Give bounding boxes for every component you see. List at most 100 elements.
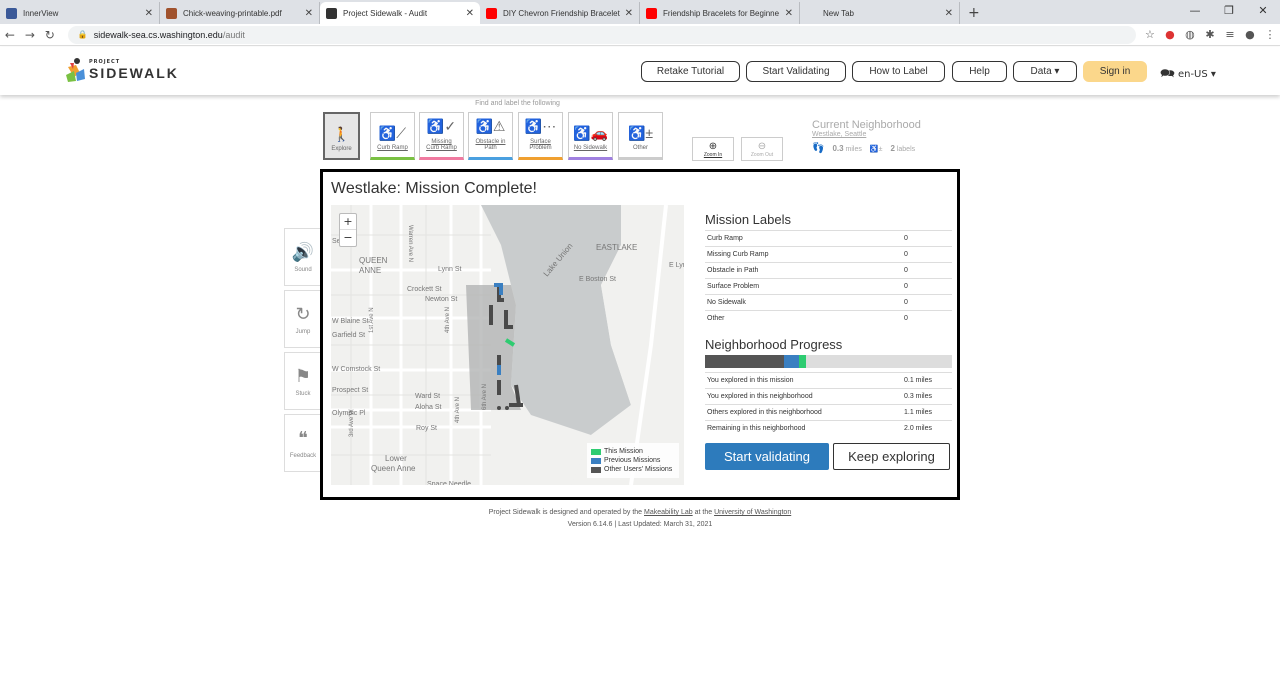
sound-button[interactable]: 🔊 Sound bbox=[284, 228, 322, 286]
zoom-out-icon: ⊖ bbox=[757, 140, 767, 152]
back-icon[interactable]: ← bbox=[0, 28, 20, 42]
legend-other-users: Other Users' Missions bbox=[604, 466, 673, 473]
progress-row-value: 0.1 miles bbox=[902, 371, 952, 388]
stuck-button[interactable]: ⚑ Stuck bbox=[284, 352, 322, 410]
mission-label-name: Other bbox=[705, 310, 902, 327]
jump-button[interactable]: ↻ Jump bbox=[284, 290, 322, 348]
restore-icon[interactable]: ❐ bbox=[1212, 0, 1246, 22]
mission-complete-modal: Westlake: Mission Complete! QUEEN ANNE L… bbox=[320, 169, 960, 500]
logo-sidewalk-text: SIDEWALK bbox=[89, 64, 179, 81]
tab-close-icon[interactable]: ✕ bbox=[466, 8, 474, 19]
bookmark-star-icon[interactable]: ☆ bbox=[1140, 28, 1160, 41]
progress-row: Remaining in this neighborhood 2.0 miles bbox=[705, 419, 952, 436]
project-sidewalk-logo[interactable]: PROJECT SIDEWALK bbox=[64, 57, 179, 83]
modal-actions: Start validating Keep exploring bbox=[705, 443, 952, 470]
url-input[interactable]: 🔒 sidewalk-sea.cs.washington.edu/audit bbox=[67, 25, 1136, 44]
obstacle-button[interactable]: ♿⚠ Obstacle in Path bbox=[468, 112, 513, 160]
shield-icon[interactable]: ◍ bbox=[1180, 28, 1200, 41]
forward-icon[interactable]: → bbox=[20, 28, 40, 42]
tab-close-icon[interactable]: ✕ bbox=[305, 8, 313, 19]
browser-tab[interactable]: DIY Chevron Friendship Bracelet ✕ bbox=[480, 2, 640, 24]
address-bar-row: ← → ↻ 🔒 sidewalk-sea.cs.washington.edu/a… bbox=[0, 24, 1280, 46]
progress-row: Others explored in this neighborhood 1.1 … bbox=[705, 403, 952, 420]
neighborhood-name-link[interactable]: Westlake, Seattle bbox=[812, 131, 921, 138]
language-selector[interactable]: 🗪 en-US ▾ bbox=[1160, 64, 1216, 85]
browser-tab[interactable]: Chick-weaving-printable.pdf ✕ bbox=[160, 2, 320, 24]
tab-favicon-icon bbox=[166, 7, 177, 19]
how-to-label-button[interactable]: How to Label bbox=[852, 61, 945, 82]
curb-ramp-button[interactable]: ♿⟋ Curb Ramp bbox=[370, 112, 415, 160]
map-label: Crockett St bbox=[407, 286, 442, 293]
map-label: QUEEN bbox=[359, 256, 388, 265]
map-label: W Comstock St bbox=[332, 366, 380, 373]
tab-close-icon[interactable]: ✕ bbox=[785, 8, 793, 19]
keep-exploring-button[interactable]: Keep exploring bbox=[833, 443, 950, 470]
retake-tutorial-button[interactable]: Retake Tutorial bbox=[641, 61, 740, 82]
map-zoom-control: + − bbox=[339, 213, 357, 247]
tab-close-icon[interactable]: ✕ bbox=[945, 8, 953, 19]
miles-unit: miles bbox=[845, 146, 862, 153]
other-button[interactable]: ♿± Other bbox=[618, 112, 663, 160]
media-icon[interactable]: ≡ bbox=[1220, 28, 1240, 41]
tab-title: Chick-weaving-printable.pdf bbox=[183, 8, 282, 18]
tab-close-icon[interactable]: ✕ bbox=[145, 8, 153, 19]
feedback-label: Feedback bbox=[289, 452, 317, 459]
map-label: 3rd Ave W bbox=[349, 409, 355, 437]
progress-row: You explored in this mission 0.1 miles bbox=[705, 371, 952, 388]
map-label: Aloha St bbox=[415, 404, 442, 411]
footer-text-a: Project Sidewalk is designed and operate… bbox=[488, 509, 645, 516]
browser-tab[interactable]: InnerView ✕ bbox=[0, 2, 160, 24]
surface-label-1: Surface bbox=[530, 138, 551, 145]
no-sidewalk-button[interactable]: ♿🚗 No Sidewalk bbox=[568, 112, 613, 160]
map-zoom-in-button[interactable]: + bbox=[340, 214, 356, 230]
missing-curb-ramp-button[interactable]: ♿✓ Missing Curb Ramp bbox=[419, 112, 464, 160]
new-tab-button[interactable]: + bbox=[968, 2, 980, 24]
mission-label-count: 0 bbox=[902, 310, 952, 327]
url-path: /audit bbox=[222, 29, 245, 40]
reload-icon[interactable]: ↻ bbox=[40, 28, 60, 42]
zoom-in-label: Zoom In bbox=[703, 151, 723, 158]
explore-button[interactable]: 🚶 Explore bbox=[323, 112, 360, 160]
footsteps-icon: 👣 bbox=[812, 143, 825, 154]
browser-tab[interactable]: Project Sidewalk - Audit ✕ bbox=[320, 2, 480, 24]
mission-label-row: Surface Problem 0 bbox=[705, 278, 952, 295]
walking-person-icon: 🚶 bbox=[332, 126, 351, 143]
map-label: 6th Ave N bbox=[482, 384, 488, 410]
browser-tab[interactable]: New Tab ✕ bbox=[800, 2, 960, 24]
speaker-icon: 🔊 bbox=[291, 241, 315, 262]
site-header: PROJECT SIDEWALK Retake Tutorial Start V… bbox=[0, 47, 1280, 95]
map-label: W Blaine St bbox=[332, 318, 369, 325]
browser-tab[interactable]: Friendship Bracelets for Beginne ✕ bbox=[640, 2, 800, 24]
missing-curb-ramp-label-1: Missing bbox=[431, 138, 452, 145]
surface-problem-button[interactable]: ♿⋯ Surface Problem bbox=[518, 112, 563, 160]
menu-icon[interactable]: ⋮ bbox=[1260, 28, 1280, 41]
feedback-button[interactable]: ❝ Feedback bbox=[284, 414, 322, 472]
mission-label-count: 0 bbox=[902, 246, 952, 263]
mission-map[interactable]: SeaQUEENANNELynn StEASTLAKEE Boston StE … bbox=[331, 205, 684, 485]
close-window-icon[interactable]: ✕ bbox=[1246, 0, 1280, 22]
start-validating-button[interactable]: Start validating bbox=[705, 443, 829, 470]
other-users-swatch bbox=[591, 466, 601, 473]
help-button[interactable]: Help bbox=[952, 61, 1007, 82]
sign-in-button[interactable]: Sign in bbox=[1083, 61, 1147, 82]
makeability-lab-link[interactable]: Makeability Lab bbox=[644, 509, 693, 516]
uw-link[interactable]: University of Washington bbox=[714, 509, 791, 516]
tab-close-icon[interactable]: ✕ bbox=[625, 8, 633, 19]
zoom-in-button[interactable]: ⊕ Zoom In bbox=[692, 137, 734, 161]
other-label: Other bbox=[632, 145, 648, 152]
map-zoom-out-button[interactable]: − bbox=[340, 230, 356, 246]
tab-favicon-icon bbox=[486, 7, 497, 19]
adblock-icon[interactable]: ● bbox=[1160, 28, 1180, 41]
mission-label-name: No Sidewalk bbox=[705, 294, 902, 311]
data-dropdown-button[interactable]: Data ▾ bbox=[1013, 61, 1077, 82]
minimize-icon[interactable]: — bbox=[1178, 0, 1212, 22]
no-sidewalk-label: No Sidewalk bbox=[573, 145, 608, 152]
profile-icon[interactable]: ● bbox=[1240, 28, 1260, 41]
map-legend: This Mission Previous Missions Other Use… bbox=[587, 443, 679, 478]
puzzle-icon[interactable]: ✱ bbox=[1200, 28, 1220, 41]
tab-favicon-icon bbox=[326, 7, 337, 19]
zoom-out-button[interactable]: ⊖ Zoom Out bbox=[741, 137, 783, 161]
tab-favicon-icon bbox=[6, 7, 17, 19]
neighborhood-stats: 👣 0.3 miles ♿± 2 labels bbox=[812, 143, 921, 154]
start-validating-nav-button[interactable]: Start Validating bbox=[746, 61, 846, 82]
